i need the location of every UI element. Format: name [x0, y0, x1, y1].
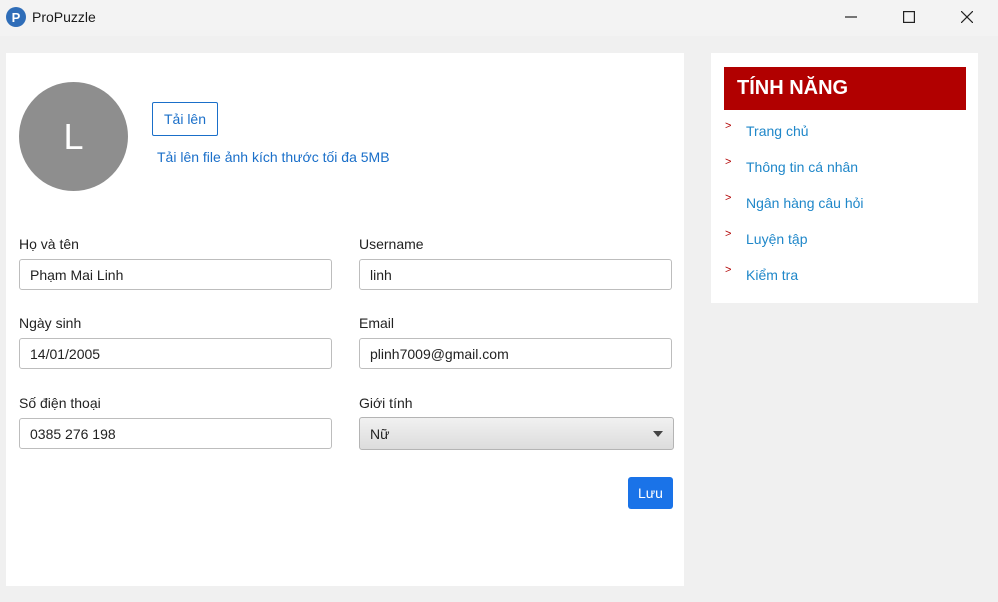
username-label: Username: [359, 236, 424, 252]
upload-button[interactable]: Tải lên: [152, 102, 218, 136]
maximize-icon: [903, 11, 915, 23]
close-button[interactable]: [938, 0, 996, 34]
chevron-down-icon: [653, 430, 663, 437]
features-panel: TÍNH NĂNG > Trang chủ > Thông tin cá nhâ…: [711, 53, 978, 303]
chevron-right-icon: >: [725, 228, 732, 240]
maximize-button[interactable]: [880, 0, 938, 34]
sidebar-item-profile[interactable]: > Thông tin cá nhân: [725, 156, 858, 178]
profile-panel: L Tải lên Tải lên file ảnh kích thước tố…: [6, 53, 684, 586]
app-logo-icon: P: [6, 7, 26, 27]
upload-hint: Tải lên file ảnh kích thước tối đa 5MB: [157, 149, 390, 165]
save-button[interactable]: Lưu: [628, 477, 673, 509]
window-title: ProPuzzle: [32, 9, 96, 25]
fullname-label: Họ và tên: [19, 236, 79, 252]
chevron-right-icon: >: [725, 120, 732, 132]
avatar: L: [19, 82, 128, 191]
sidebar-item-label: Thông tin cá nhân: [746, 159, 859, 175]
gender-selected-value: Nữ: [370, 425, 390, 442]
chevron-right-icon: >: [725, 264, 732, 276]
chevron-right-icon: >: [725, 156, 732, 168]
phone-field[interactable]: [19, 418, 332, 449]
chevron-right-icon: >: [725, 192, 732, 204]
minimize-icon: [845, 16, 857, 18]
gender-select[interactable]: Nữ: [359, 417, 674, 450]
svg-text:P: P: [12, 10, 21, 25]
dob-label: Ngày sinh: [19, 315, 82, 331]
sidebar-item-label: Trang chủ: [746, 123, 809, 139]
title-bar: P ProPuzzle: [0, 0, 998, 36]
email-field[interactable]: [359, 338, 672, 369]
phone-label: Số điện thoại: [19, 395, 101, 411]
sidebar-item-practice[interactable]: > Luyện tập: [725, 228, 808, 250]
dob-field[interactable]: [19, 338, 332, 369]
username-field[interactable]: [359, 259, 672, 290]
sidebar-item-test[interactable]: > Kiểm tra: [725, 264, 798, 286]
email-label: Email: [359, 315, 395, 331]
sidebar-item-question-bank[interactable]: > Ngân hàng câu hỏi: [725, 192, 864, 214]
close-icon: [961, 11, 973, 23]
sidebar-item-label: Kiểm tra: [746, 267, 799, 283]
sidebar-item-label: Ngân hàng câu hỏi: [746, 195, 864, 211]
gender-label: Giới tính: [359, 395, 413, 411]
sidebar-item-label: Luyện tập: [746, 231, 808, 247]
features-header: TÍNH NĂNG: [724, 67, 966, 110]
minimize-button[interactable]: [822, 0, 880, 34]
sidebar-item-home[interactable]: > Trang chủ: [725, 120, 809, 142]
fullname-field[interactable]: [19, 259, 332, 290]
